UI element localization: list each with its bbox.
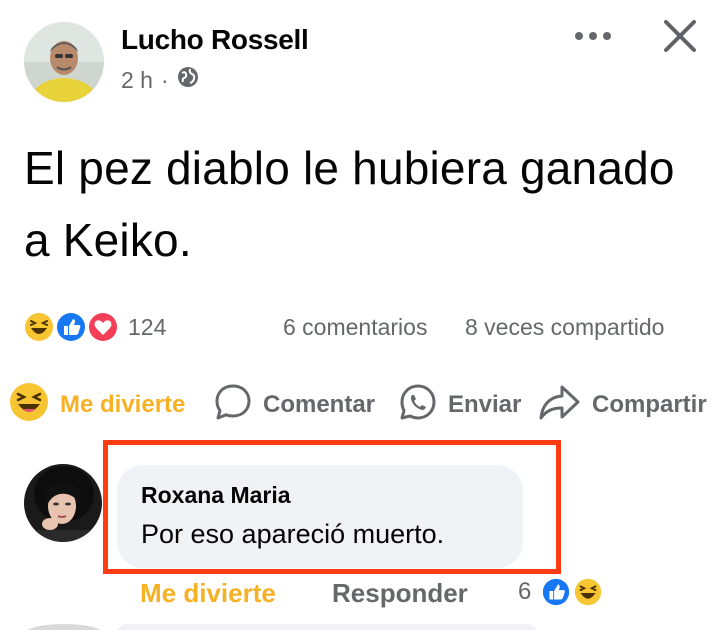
haha-reaction-label: Me divierte [60,391,186,418]
comment-reply-button[interactable]: Responder [332,578,468,609]
send-button[interactable]: Enviar [398,382,521,428]
comment-haha-button[interactable]: Me divierte [140,578,276,609]
comment-button[interactable]: Comentar [213,382,375,428]
meta-separator: · [160,66,169,93]
share-arrow-icon [538,382,582,429]
haha-icon [8,381,50,430]
haha-reaction-button[interactable]: Me divierte [8,382,185,428]
love-icon [86,310,120,344]
close-button[interactable] [656,14,704,62]
send-label: Enviar [448,391,522,418]
author-name[interactable]: Lucho Rossell [121,24,309,56]
haha-icon [22,310,56,344]
post-meta: 2 h · [121,66,199,94]
comment-reaction-summary[interactable] [540,576,610,610]
post-view: Lucho Rossell 2 h · El pez diablo le hub… [0,0,719,630]
comment-text: Por eso apareció muerto. [141,519,445,549]
share-label: Compartir [592,391,707,418]
close-icon [662,18,698,59]
like-icon [54,310,88,344]
more-dots-icon [573,29,613,47]
reaction-count[interactable]: 124 [128,314,166,341]
shares-count[interactable]: 8 veces compartido [465,314,664,341]
comments-count[interactable]: 6 comentarios [283,314,427,341]
more-options-button[interactable] [570,20,616,56]
haha-icon [572,576,604,608]
whatsapp-icon [398,382,438,429]
next-comment-bubble[interactable] [117,624,537,630]
post-text: El pez diablo le hubiera ganado a Keiko. [24,142,675,266]
commenter-avatar[interactable] [24,464,102,542]
comment-author[interactable]: Roxana Maria [141,482,291,509]
post-time[interactable]: 2 h [121,67,153,94]
comment-icon [213,382,253,429]
comment-reaction-count[interactable]: 6 [518,578,531,606]
comment-label: Comentar [263,391,376,418]
like-icon [540,576,572,608]
author-avatar[interactable] [24,22,104,102]
share-button[interactable]: Compartir [538,382,707,428]
reaction-summary[interactable] [22,310,122,346]
comment-bubble[interactable] [117,465,523,568]
globe-icon [177,66,199,94]
next-commenter-avatar[interactable] [24,624,104,630]
